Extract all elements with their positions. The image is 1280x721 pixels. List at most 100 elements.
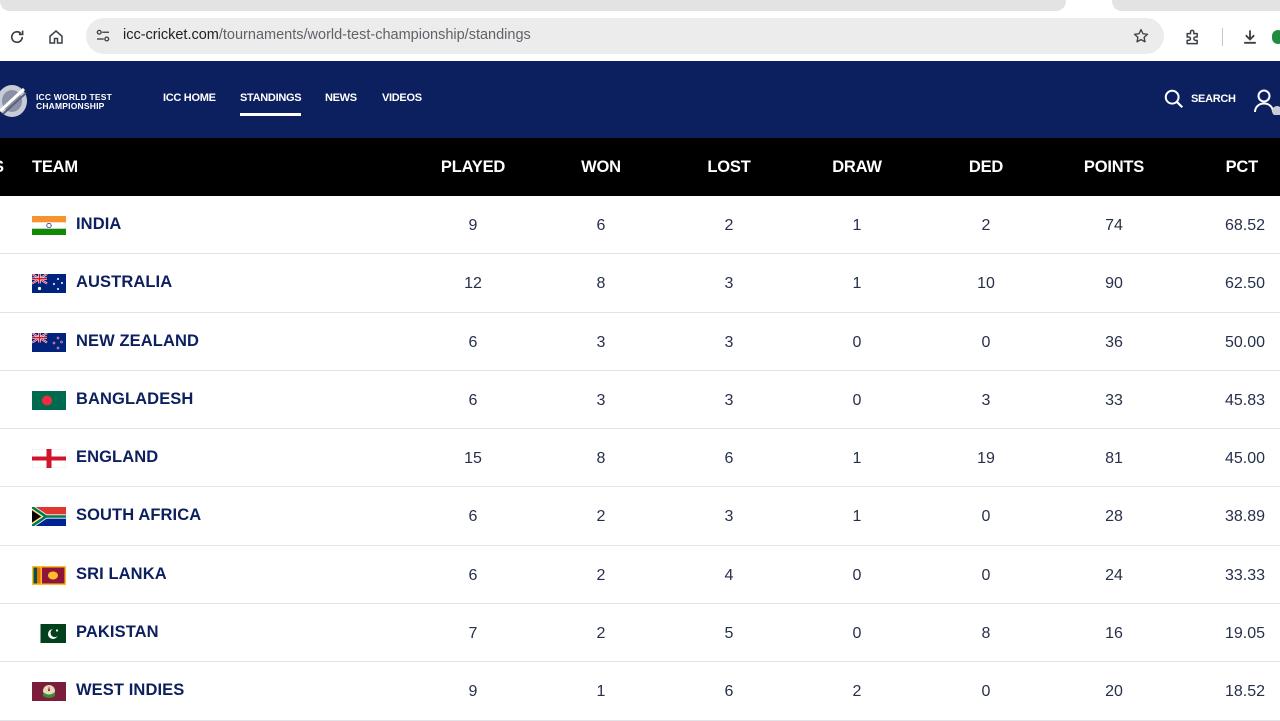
- user-account-icon[interactable]: [1252, 87, 1280, 115]
- australia-flag-icon: [32, 274, 66, 294]
- won-cell: 6: [596, 217, 606, 234]
- standings-table-header: S TEAM PLAYED WON LOST DRAW DED POINTS P…: [0, 138, 1280, 196]
- points-cell: 20: [1105, 683, 1123, 701]
- won-cell: 3: [596, 333, 606, 351]
- search-label: SEARCH: [1191, 93, 1236, 105]
- search-button[interactable]: SEARCH: [1163, 88, 1236, 110]
- pct-cell: 45.00: [1224, 450, 1265, 468]
- south-africa-flag-icon: [32, 507, 66, 527]
- won-cell: 8: [596, 275, 606, 293]
- bookmark-star-icon[interactable]: [1130, 25, 1152, 47]
- col-header-ded[interactable]: DED: [969, 158, 1003, 177]
- bangladesh-flag-icon: [32, 390, 66, 410]
- points-cell: 74: [1105, 217, 1123, 234]
- won-cell: 8: [596, 450, 606, 468]
- table-row[interactable]: SOUTH AFRICA 6 2 3 1 0 28 38.89: [0, 487, 1280, 546]
- address-bar[interactable]: icc-cricket.com/tournaments/world-test-c…: [86, 18, 1164, 54]
- nav-icc-home[interactable]: ICC HOME: [163, 92, 216, 104]
- wtc-mace-icon: [0, 85, 27, 117]
- draw-cell: 1: [852, 450, 862, 468]
- played-cell: 12: [464, 275, 482, 293]
- site-settings-icon[interactable]: [92, 25, 114, 47]
- pct-cell: 45.83: [1224, 391, 1265, 409]
- table-row[interactable]: BANGLADESH 6 3 3 0 3 33 45.83: [0, 370, 1280, 430]
- col-header-draw[interactable]: DRAW: [832, 158, 882, 177]
- draw-cell: 0: [852, 566, 862, 584]
- pakistan-flag-icon: [32, 624, 66, 644]
- table-row[interactable]: NEW ZEALAND 6 3 3 0 0 36 50.00: [0, 312, 1280, 371]
- table-row[interactable]: ENGLAND 15 8 6 1 19 81 45.00: [0, 429, 1280, 488]
- wtc-logo[interactable]: ICC WORLD TEST CHAMPIONSHIP: [0, 80, 120, 120]
- ded-cell: 3: [981, 391, 991, 409]
- nav-videos[interactable]: VIDEOS: [382, 92, 422, 104]
- pct-cell: 50.00: [1224, 333, 1265, 351]
- table-row[interactable]: PAKISTAN 7 2 5 0 8 16 19.05: [0, 604, 1280, 663]
- team-name[interactable]: BANGLADESH: [76, 390, 193, 409]
- url-path: /tournaments/world-test-championship/sta…: [218, 27, 531, 43]
- points-cell: 16: [1105, 625, 1123, 643]
- draw-cell: 2: [852, 683, 862, 701]
- team-name[interactable]: SRI LANKA: [76, 565, 167, 584]
- col-header-pct[interactable]: PCT: [1226, 158, 1259, 177]
- pct-cell: 19.05: [1224, 625, 1265, 643]
- played-cell: 9: [468, 217, 478, 234]
- col-header-points[interactable]: POINTS: [1084, 158, 1144, 177]
- team-name[interactable]: INDIA: [76, 215, 121, 234]
- draw-cell: 0: [852, 391, 862, 409]
- table-row[interactable]: INDIA 9 6 2 1 2 74 68.52: [0, 196, 1280, 255]
- nav-news[interactable]: NEWS: [325, 92, 357, 104]
- browser-tab-active[interactable]: [0, 0, 1066, 11]
- pct-cell: 33.33: [1224, 566, 1265, 584]
- new-zealand-flag-icon: [32, 332, 66, 352]
- ded-cell: 8: [981, 625, 991, 643]
- home-icon[interactable]: [43, 24, 69, 50]
- reload-icon[interactable]: [4, 24, 30, 50]
- col-header-team[interactable]: TEAM: [32, 158, 78, 177]
- draw-cell: 1: [852, 217, 862, 234]
- pct-cell: 68.52: [1224, 217, 1265, 234]
- ded-cell: 0: [981, 683, 991, 701]
- lost-cell: 3: [724, 333, 734, 351]
- team-name[interactable]: AUSTRALIA: [76, 273, 172, 292]
- toolbar-divider: [1222, 28, 1223, 46]
- won-cell: 3: [596, 391, 606, 409]
- won-cell: 1: [596, 683, 606, 701]
- ded-cell: 0: [981, 566, 991, 584]
- points-cell: 28: [1105, 508, 1123, 526]
- draw-cell: 0: [852, 625, 862, 643]
- col-header-pos[interactable]: S: [0, 158, 4, 177]
- india-flag-icon: [32, 216, 66, 235]
- nav-standings[interactable]: STANDINGS: [240, 92, 302, 116]
- browser-toolbar: icc-cricket.com/tournaments/world-test-c…: [0, 12, 1280, 61]
- site-header: ICC WORLD TEST CHAMPIONSHIP ICC HOME STA…: [0, 61, 1280, 138]
- played-cell: 6: [468, 566, 478, 584]
- ded-cell: 2: [981, 217, 991, 234]
- played-cell: 7: [468, 625, 478, 643]
- table-row[interactable]: AUSTRALIA 12 8 3 1 10 90 62.50: [0, 254, 1280, 313]
- col-header-lost[interactable]: LOST: [707, 158, 750, 177]
- lost-cell: 6: [724, 450, 734, 468]
- search-icon: [1164, 89, 1184, 109]
- team-name[interactable]: PAKISTAN: [76, 623, 159, 642]
- pct-cell: 62.50: [1224, 275, 1265, 293]
- won-cell: 2: [596, 566, 606, 584]
- profile-avatar[interactable]: [1272, 30, 1280, 44]
- team-name[interactable]: ENGLAND: [76, 448, 158, 467]
- england-flag-icon: [32, 449, 66, 469]
- team-name[interactable]: SOUTH AFRICA: [76, 506, 201, 525]
- download-icon[interactable]: [1237, 24, 1263, 50]
- won-cell: 2: [596, 508, 606, 526]
- url-text[interactable]: icc-cricket.com/tournaments/world-test-c…: [123, 27, 531, 43]
- table-row[interactable]: SRI LANKA 6 2 4 0 0 24 33.33: [0, 545, 1280, 605]
- team-name[interactable]: NEW ZEALAND: [76, 332, 199, 351]
- table-row[interactable]: WEST INDIES 9 1 6 2 0 20 18.52: [0, 662, 1280, 721]
- draw-cell: 1: [852, 508, 862, 526]
- browser-tab[interactable]: [1112, 0, 1280, 11]
- col-header-won[interactable]: WON: [581, 158, 621, 177]
- played-cell: 15: [464, 450, 482, 468]
- lost-cell: 5: [724, 625, 734, 643]
- lost-cell: 4: [724, 566, 734, 584]
- col-header-played[interactable]: PLAYED: [441, 158, 505, 177]
- team-name[interactable]: WEST INDIES: [76, 681, 184, 700]
- extensions-icon[interactable]: [1180, 24, 1206, 50]
